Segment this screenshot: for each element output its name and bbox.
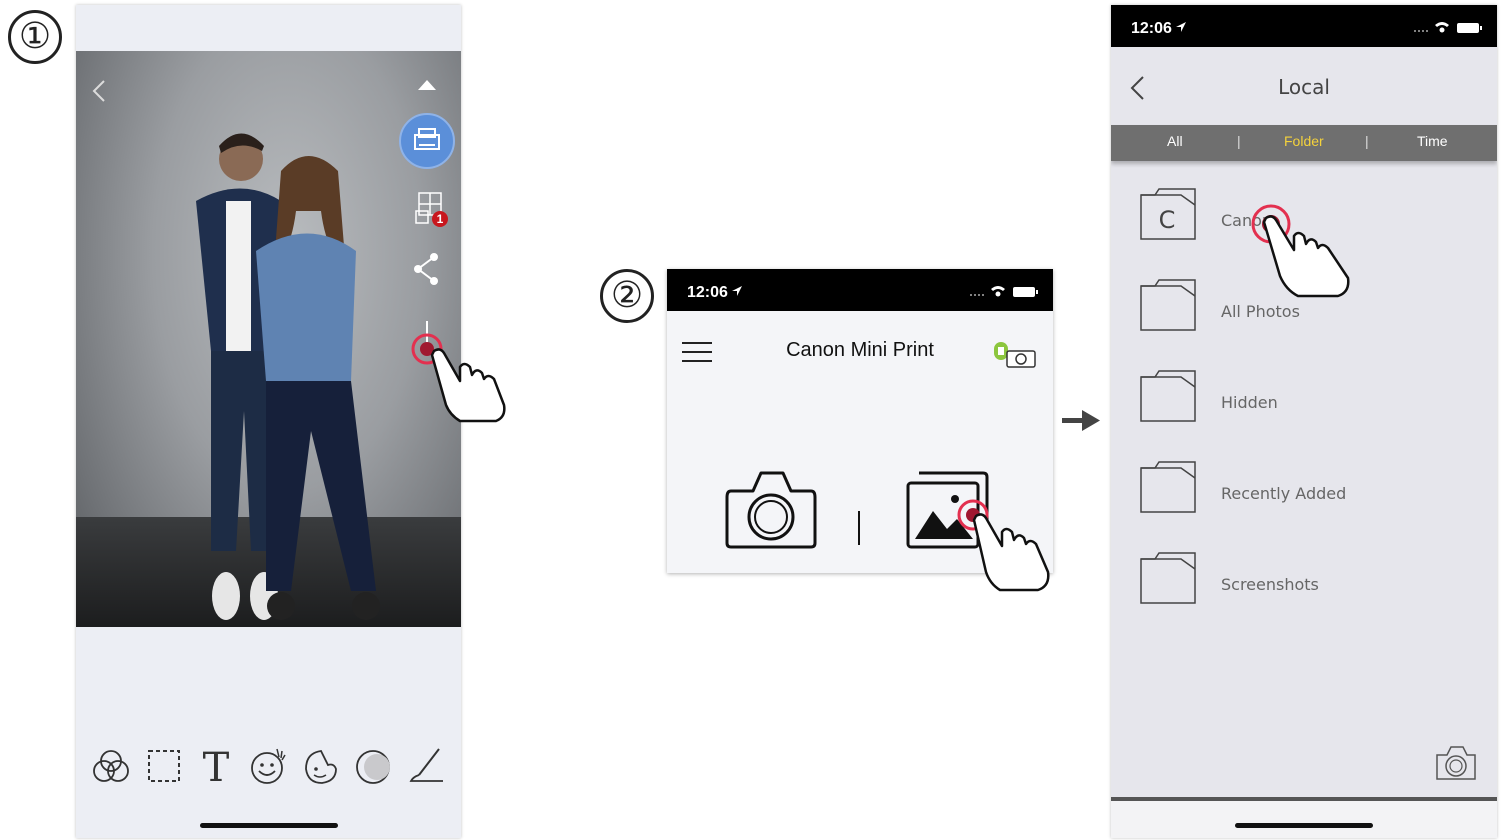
- status-icons: [970, 286, 1038, 297]
- folder-label: Screenshots: [1221, 575, 1319, 594]
- svg-text:T: T: [203, 745, 230, 789]
- back-chevron-icon[interactable]: [90, 79, 110, 103]
- status-icons: [1414, 22, 1482, 33]
- folder-icon: [1140, 279, 1196, 331]
- location-arrow-icon: [1176, 22, 1186, 32]
- segment-time[interactable]: Time: [1417, 133, 1448, 149]
- camera-icon[interactable]: [725, 467, 817, 551]
- arrow-right-icon: [1062, 410, 1100, 431]
- hand-pointer-icon: [430, 348, 506, 423]
- segment-all[interactable]: All: [1167, 133, 1183, 149]
- print-button[interactable]: [399, 113, 455, 169]
- printer-battery-icon[interactable]: [993, 341, 1039, 371]
- collage-button[interactable]: 1: [414, 191, 450, 227]
- location-arrow-icon: [732, 286, 742, 296]
- share-icon[interactable]: [410, 251, 444, 287]
- home-indicator: [1235, 823, 1373, 828]
- photo-preview: 1: [76, 51, 461, 627]
- divider: [858, 511, 860, 545]
- step-number-2: ②: [600, 269, 654, 323]
- folder-item-screenshots[interactable]: Screenshots: [1111, 549, 1497, 640]
- folder-icon: C: [1140, 188, 1196, 240]
- adjust-icon[interactable]: [350, 743, 396, 789]
- hand-pointer-icon: [972, 513, 1050, 592]
- camera-icon[interactable]: [1433, 743, 1479, 783]
- status-bar: 12:06: [667, 269, 1053, 311]
- folder-item-hidden[interactable]: Hidden: [1111, 367, 1497, 458]
- sticker-icon[interactable]: [245, 743, 291, 789]
- filter-icon[interactable]: [88, 743, 134, 789]
- draw-icon[interactable]: [403, 743, 449, 789]
- folder-icon: [1140, 461, 1196, 513]
- print-icon: [414, 128, 440, 150]
- segment-separator: |: [1365, 133, 1369, 149]
- photo-editor-screen: 1 T: [76, 5, 461, 838]
- folder-icon: [1140, 370, 1196, 422]
- text-icon[interactable]: T: [193, 743, 239, 789]
- folder-label: Hidden: [1221, 393, 1278, 412]
- hand-pointer-icon: [1262, 215, 1350, 298]
- folder-label: Recently Added: [1221, 484, 1347, 503]
- local-albums-screen: 12:06 Local All | Folder | Time C Canon …: [1111, 5, 1497, 838]
- nav-title: Local: [1278, 75, 1330, 99]
- segment-folder[interactable]: Folder: [1284, 133, 1324, 149]
- folder-item-recently-added[interactable]: Recently Added: [1111, 458, 1497, 549]
- beauty-icon[interactable]: [298, 743, 344, 789]
- collapse-arrow-icon[interactable]: [417, 79, 437, 91]
- status-bar: 12:06: [1111, 5, 1497, 47]
- svg-text:C: C: [1159, 206, 1176, 234]
- status-time: 12:06: [687, 284, 728, 301]
- frame-icon[interactable]: [141, 743, 187, 789]
- folder-icon: [1140, 552, 1196, 604]
- home-indicator: [199, 823, 338, 828]
- bottom-bar: [1111, 801, 1497, 838]
- step-number-1: ①: [8, 10, 62, 64]
- folder-label: All Photos: [1221, 302, 1300, 321]
- status-time: 12:06: [1131, 20, 1172, 37]
- collage-count-badge: 1: [432, 211, 448, 227]
- segment-separator: |: [1237, 133, 1241, 149]
